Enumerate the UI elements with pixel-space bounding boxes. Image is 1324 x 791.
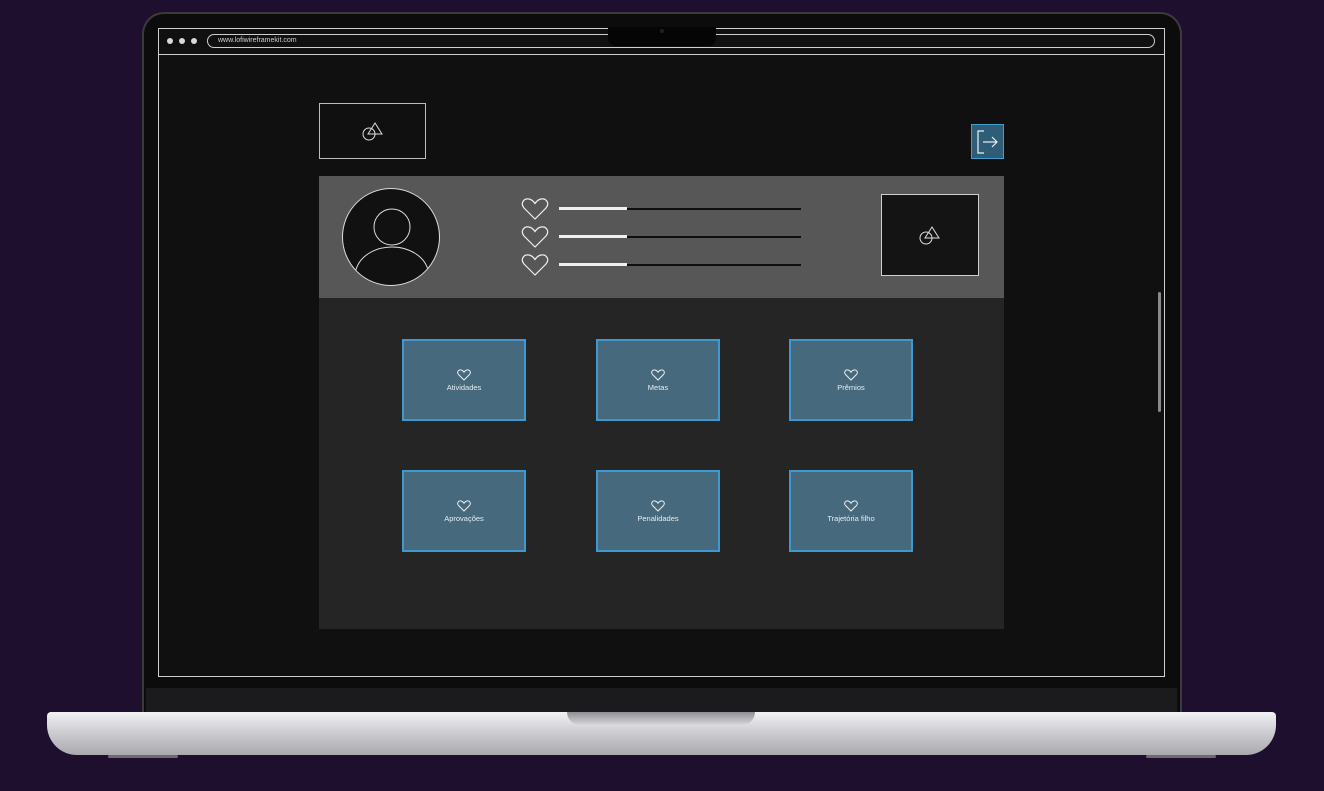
menu-card-label: Prêmios [837, 382, 865, 392]
menu-card-atividades[interactable]: Atividades [402, 339, 526, 421]
window-dot-icon[interactable] [179, 38, 185, 44]
laptop-base [47, 712, 1276, 755]
laptop-foot [1146, 755, 1216, 758]
logout-icon [976, 129, 998, 154]
menu-card-label: Trajetória filho [827, 513, 875, 523]
heart-icon [521, 226, 549, 248]
menu-card-aprovacoes[interactable]: Aprovações [402, 470, 526, 552]
heart-icon [844, 368, 858, 381]
stat-row [521, 197, 821, 221]
logout-button[interactable] [971, 124, 1004, 159]
base-groove [567, 712, 755, 725]
stat-progress-bar [559, 207, 801, 210]
profile-panel [319, 176, 1004, 298]
window-dot-icon[interactable] [191, 38, 197, 44]
menu-card-trajetoria-filho[interactable]: Trajetória filho [789, 470, 913, 552]
shape-placeholder-icon [919, 226, 940, 245]
menu-card-label: Aprovações [444, 513, 484, 523]
logo-placeholder [319, 103, 426, 159]
laptop-foot [108, 755, 178, 758]
stat-progress-fill [559, 235, 627, 238]
stat-row [521, 253, 821, 277]
stat-progress-fill [559, 207, 627, 210]
user-avatar-icon[interactable] [342, 188, 440, 286]
camera-icon [660, 29, 664, 33]
stat-progress-bar [559, 235, 801, 238]
image-placeholder [881, 194, 979, 276]
menu-card-label: Atividades [446, 382, 482, 392]
stat-progress-fill [559, 263, 627, 266]
camera-notch [608, 27, 716, 46]
heart-icon [521, 198, 549, 220]
menu-card-metas[interactable]: Metas [596, 339, 720, 421]
heart-icon [457, 499, 471, 512]
heart-icon [651, 368, 665, 381]
menu-card-label: Metas [647, 382, 669, 392]
window-dot-icon[interactable] [167, 38, 173, 44]
shape-placeholder-icon [362, 122, 383, 141]
stat-progress-bar [559, 263, 801, 266]
menu-card-label: Penalidades [637, 513, 679, 523]
stat-row [521, 225, 821, 249]
menu-card-penalidades[interactable]: Penalidades [596, 470, 720, 552]
heart-icon [651, 499, 665, 512]
scrollbar[interactable] [1158, 292, 1161, 412]
menu-panel: Atividades Metas Prêmios Aprovações Pena… [319, 298, 1004, 629]
laptop-chin [146, 688, 1177, 714]
screen: www.lofiwireframekit.com Atividades Meta… [158, 28, 1165, 677]
heart-icon [457, 368, 471, 381]
heart-icon [521, 254, 549, 276]
heart-icon [844, 499, 858, 512]
menu-card-premios[interactable]: Prêmios [789, 339, 913, 421]
